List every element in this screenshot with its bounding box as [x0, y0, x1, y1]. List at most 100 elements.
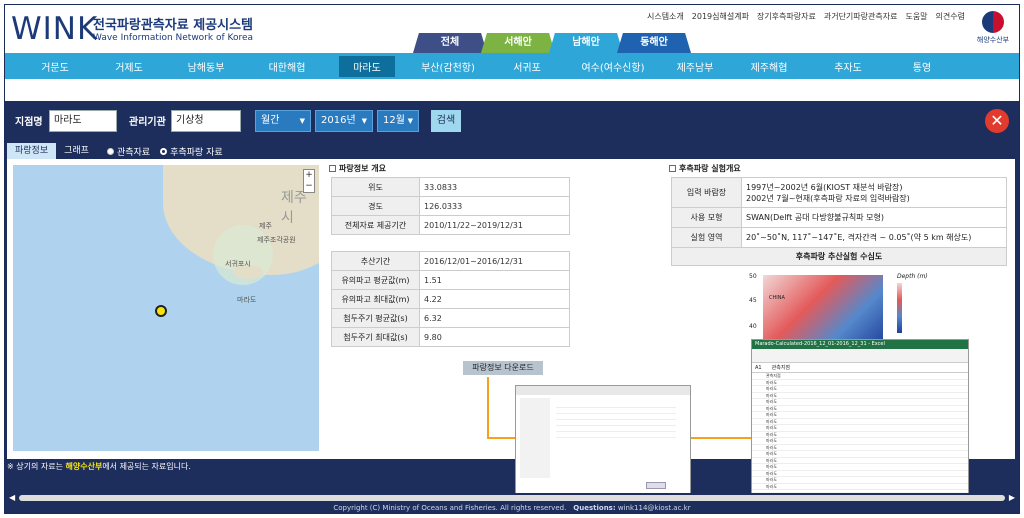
- ministry-logo[interactable]: 해양수산부: [971, 11, 1015, 45]
- sea-tab-all[interactable]: 전체: [413, 33, 487, 53]
- table-row: 사용 모형 SWAN(Delft 공대 다방향불규칙파 모형): [671, 207, 1007, 228]
- map-label-jeju-city: 제주시: [281, 190, 307, 226]
- nav-item-jeju-strait[interactable]: 제주해협: [727, 56, 811, 77]
- table-row: 첨두주기 평균값(s) 6.32: [331, 308, 570, 328]
- nav-item-tongyeong[interactable]: 통영: [885, 56, 959, 77]
- wave-download-button[interactable]: 파랑정보 다운로드: [463, 361, 543, 375]
- station-field[interactable]: 마라도: [49, 110, 117, 132]
- top-link-past-obs[interactable]: 과거단기파랑관측자료: [824, 11, 898, 22]
- y-tick: 45: [749, 297, 757, 304]
- logo[interactable]: WINK: [11, 11, 98, 47]
- top-link-feedback[interactable]: 의견수렴: [936, 11, 965, 22]
- contact-email[interactable]: wink114@kiost.ac.kr: [618, 504, 691, 512]
- ministry-name: 해양수산부: [976, 36, 1010, 44]
- zoom-in-icon[interactable]: +: [304, 170, 314, 181]
- note-suffix: 에서 제공되는 자료입니다.: [102, 462, 191, 471]
- close-icon[interactable]: ✕: [985, 109, 1009, 133]
- dialog-sidebar: [520, 398, 550, 478]
- nav-item-busan[interactable]: 부산(감천항): [405, 56, 491, 77]
- period-label: 전체자료 제공기간: [331, 215, 420, 235]
- sub-bar: [5, 79, 1019, 101]
- hindcast-title-text: 후측파랑 실험개요: [679, 164, 741, 173]
- excel-formula-bar: A1 관측지점: [752, 363, 968, 373]
- wave-overview-title: 파랑정보 개요: [329, 163, 386, 174]
- sea-tab-east[interactable]: 동해안: [617, 33, 691, 53]
- table-row: 첨두주기 최대값(s) 9.80: [331, 327, 570, 347]
- tab-wave-info[interactable]: 파랑정보: [7, 143, 57, 159]
- period-select[interactable]: 월간 ▼: [255, 110, 311, 132]
- tp-mean-value: 6.32: [419, 308, 570, 328]
- taegeuk-emblem-icon: [982, 11, 1004, 33]
- nav-item-korea-strait[interactable]: 대한해협: [245, 56, 329, 77]
- section-bullet-icon: [329, 165, 336, 172]
- table-row: 입력 바람장 1997년~2002년 6월(KIOST 재분석 바람장) 2002년…: [671, 177, 1007, 208]
- note-prefix: ※ 상기의 자료는: [7, 462, 66, 471]
- bathymetry-figure: 50 45 40 CHINA Depth (m): [747, 271, 947, 347]
- sea-tab-west[interactable]: 서해안: [481, 33, 555, 53]
- zoom-out-icon[interactable]: −: [304, 181, 314, 192]
- radio-icon: [106, 147, 114, 155]
- list-item: 마라도: [752, 484, 968, 490]
- station-label: 지점명: [15, 117, 43, 128]
- nav-item-geomundo[interactable]: 거문도: [19, 56, 91, 77]
- table-row: 전체자료 제공기간 2010/11/22~2019/12/31: [331, 215, 570, 235]
- lon-value: 126.0333: [419, 196, 570, 216]
- domain-label: 실험 영역: [671, 227, 742, 248]
- chevron-down-icon: ▼: [299, 117, 305, 125]
- flow-arrow: [691, 437, 751, 439]
- nav-item-chujado[interactable]: 추자도: [811, 56, 885, 77]
- sea-tab-south[interactable]: 남해안: [549, 33, 623, 53]
- hs-max-label: 유의파고 최대값(m): [331, 289, 420, 309]
- top-link-about[interactable]: 시스템소개: [647, 11, 684, 22]
- radio-hindcast-data[interactable]: 후측파랑 자료: [160, 145, 223, 158]
- nav-item-geojedo[interactable]: 거제도: [91, 56, 167, 77]
- extract-value: 2016/12/01~2016/12/31: [419, 251, 570, 271]
- top-link-design-wave[interactable]: 2019심해설계파: [692, 11, 749, 22]
- excel-grid: 관측지점 마라도 마라도 마라도 마라도 마라도 마라도 마라도 마라도 마라도…: [752, 373, 968, 490]
- depth-legend: Depth (m): [897, 273, 928, 280]
- nav-item-marado[interactable]: 마라도: [339, 55, 395, 77]
- flow-arrow: [487, 437, 515, 439]
- map-label-jeju: 제주: [259, 222, 272, 230]
- bathymetry-map: [763, 275, 883, 347]
- agency-field[interactable]: 기상청: [171, 110, 241, 132]
- input-wind-label: 입력 바람장: [671, 177, 742, 208]
- station-marker[interactable]: [155, 305, 167, 317]
- nav-item-namhae-east[interactable]: 남해동부: [167, 56, 245, 77]
- search-button[interactable]: 검색: [431, 110, 461, 132]
- year-select[interactable]: 2016년 ▼: [315, 110, 373, 132]
- map-label-park: 제주조각공원: [257, 236, 296, 244]
- hs-max-value: 4.22: [419, 289, 570, 309]
- domain-value: 20˚~50˚N, 117˚~147˚E, 격자간격 ~ 0.05˚(약 5 k…: [741, 227, 1007, 248]
- map-label-marado: 마라도: [237, 296, 257, 304]
- dialog-save-button[interactable]: [646, 482, 666, 489]
- depth-colorbar: [897, 283, 902, 333]
- station-map[interactable]: 제주시 제주 제주조각공원 서귀포시 마라도 + −: [13, 165, 319, 451]
- lon-label: 경도: [331, 196, 420, 216]
- chevron-down-icon: ▼: [407, 117, 413, 125]
- period-value: 2010/11/22~2019/12/31: [419, 215, 570, 235]
- year-value: 2016년: [321, 115, 356, 126]
- month-select[interactable]: 12월 ▼: [377, 110, 419, 132]
- nav-item-seogwipo[interactable]: 서귀포: [491, 56, 563, 77]
- nav-item-jeju-south[interactable]: 제주남부: [663, 56, 727, 77]
- top-link-hindcast[interactable]: 장기후측파랑자료: [757, 11, 816, 22]
- input-wind-line2: 2002년 7월~현재(후측파랑 자료의 입력바람장): [746, 193, 910, 203]
- excel-screenshot: Marado-Calculated-2016_12_01-2016_12_31 …: [751, 339, 969, 509]
- table-row: 후측파랑 추산실험 수심도: [671, 247, 1007, 266]
- tp-mean-label: 첨두주기 평균값(s): [331, 308, 420, 328]
- tab-graph[interactable]: 그래프: [56, 143, 97, 159]
- dialog-titlebar: [516, 386, 690, 395]
- flow-arrow: [487, 377, 489, 437]
- nav-item-yeosu[interactable]: 여수(여수신항): [563, 56, 663, 77]
- hs-mean-value: 1.51: [419, 270, 570, 290]
- input-wind-line1: 1997년~2002년 6월(KIOST 재분석 바람장): [746, 182, 903, 192]
- hindcast-info-table: 입력 바람장 1997년~2002년 6월(KIOST 재분석 바람장) 2002년…: [671, 177, 1007, 266]
- table-row: 유의파고 최대값(m) 4.22: [331, 289, 570, 309]
- excel-cell-value: 관측지점: [771, 365, 791, 371]
- radio-obs-label: 관측자료: [116, 147, 151, 158]
- map-zoom-control: + −: [303, 169, 315, 193]
- top-link-help[interactable]: 도움말: [905, 11, 927, 22]
- radio-obs-data[interactable]: 관측자료: [106, 145, 151, 158]
- map-label-seogwipo: 서귀포시: [225, 260, 251, 268]
